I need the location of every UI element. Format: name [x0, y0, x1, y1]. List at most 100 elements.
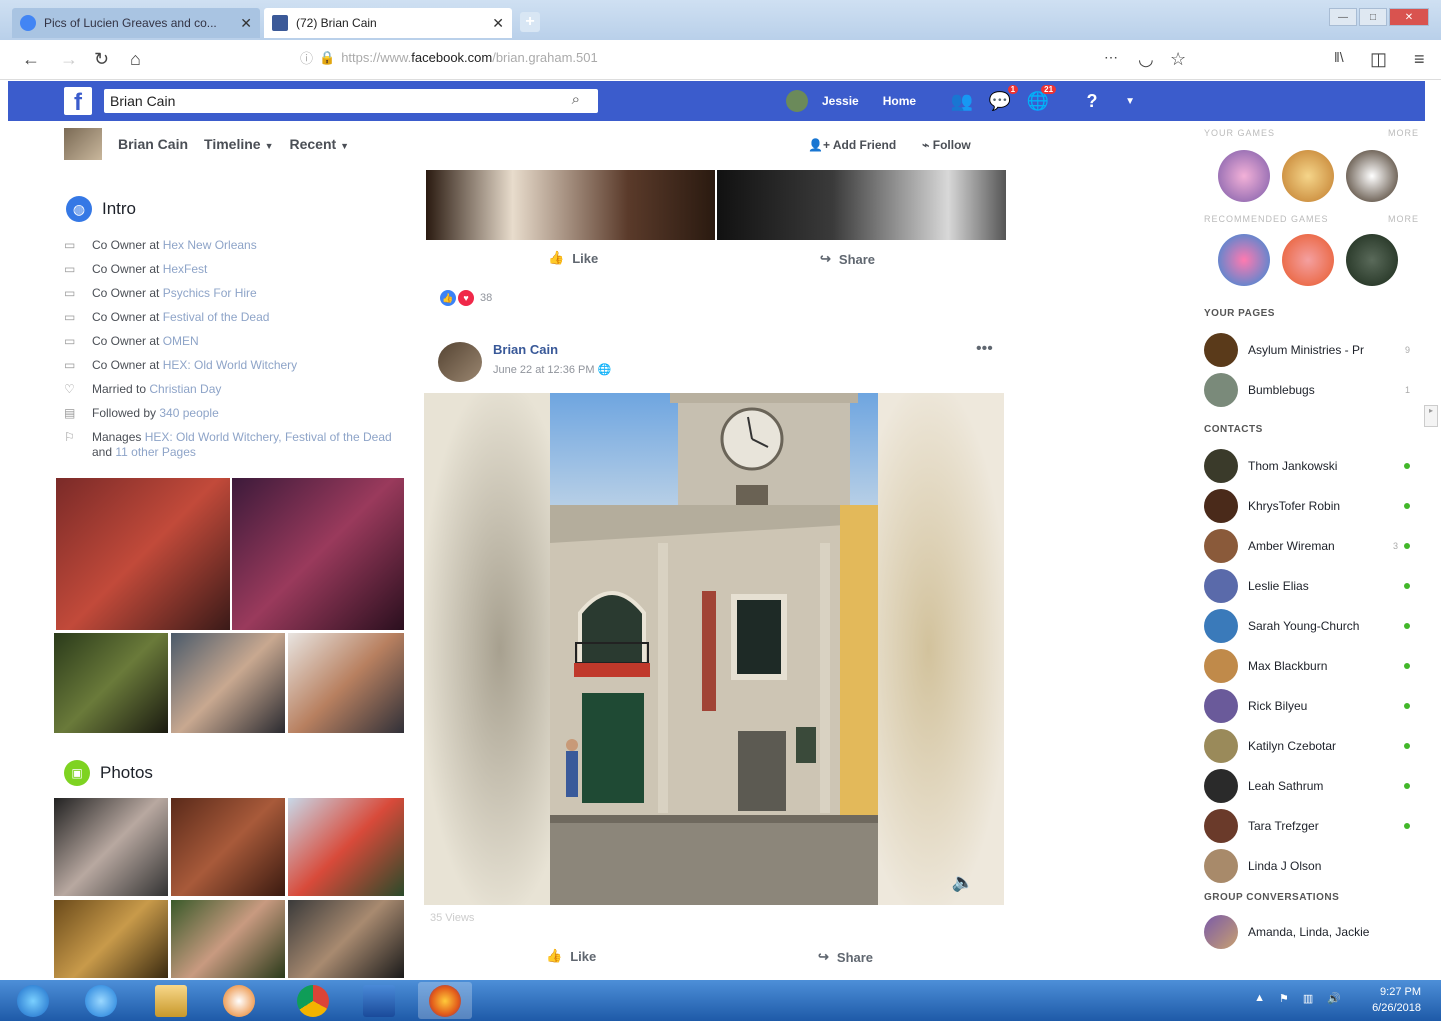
start-button[interactable]: [6, 982, 60, 1019]
featured-photo[interactable]: [288, 633, 404, 733]
post-timestamp[interactable]: June 22 at 12:36 PM 🌐: [493, 363, 611, 376]
new-tab-button[interactable]: +: [520, 12, 540, 32]
search-input[interactable]: Brian Cain ⌕: [104, 89, 598, 113]
share-button[interactable]: ↪ Share: [820, 251, 875, 267]
help-icon[interactable]: ?: [1080, 89, 1104, 113]
photo-thumb[interactable]: [171, 798, 285, 896]
avatar[interactable]: [438, 342, 482, 382]
avatar[interactable]: [786, 90, 808, 112]
home-link[interactable]: Home: [883, 94, 916, 108]
contact-item[interactable]: Katilyn Czebotar: [1204, 726, 1414, 766]
taskbar-ie[interactable]: [74, 982, 128, 1019]
game-icon[interactable]: [1282, 234, 1334, 286]
minimize-button[interactable]: —: [1329, 8, 1357, 26]
taskbar-media[interactable]: [212, 982, 266, 1019]
volume-icon[interactable]: 🔈: [952, 872, 974, 893]
video-frame[interactable]: [550, 393, 878, 905]
close-tab-icon[interactable]: ✕: [492, 15, 504, 32]
game-icon[interactable]: [1282, 150, 1334, 202]
photo-thumb[interactable]: [54, 900, 168, 978]
menu-icon[interactable]: ≡: [1414, 49, 1425, 70]
page-item[interactable]: Asylum Ministries - Pr 9: [1204, 330, 1414, 370]
game-icon[interactable]: [1346, 150, 1398, 202]
intro-link[interactable]: HexFest: [163, 262, 208, 276]
contact-item[interactable]: Linda J Olson: [1204, 846, 1414, 886]
follow-button[interactable]: ⌁ Follow: [922, 138, 971, 152]
facebook-logo-icon[interactable]: f: [64, 87, 92, 116]
like-button[interactable]: 👍 Like: [546, 948, 596, 964]
recent-menu[interactable]: Recent ▼: [289, 136, 349, 152]
tab-lucien[interactable]: Pics of Lucien Greaves and co... ✕: [12, 8, 260, 38]
taskbar-explorer[interactable]: [144, 982, 198, 1019]
taskbar-chrome[interactable]: [286, 982, 340, 1019]
taskbar-firefox[interactable]: [418, 982, 472, 1019]
photos-title[interactable]: Photos: [100, 763, 153, 783]
post-image[interactable]: [717, 170, 1006, 240]
messenger-icon[interactable]: 💬 1: [988, 85, 1019, 113]
intro-link[interactable]: Christian Day: [149, 382, 221, 396]
intro-link[interactable]: 11 other Pages: [115, 445, 196, 459]
featured-photo[interactable]: [54, 633, 168, 733]
account-menu-icon[interactable]: ▼: [1118, 89, 1142, 113]
flag-icon[interactable]: ⚑: [1279, 992, 1289, 1005]
network-icon[interactable]: ▥: [1303, 992, 1313, 1005]
notifications-icon[interactable]: 🌐 21: [1026, 85, 1057, 113]
tab-brian-cain[interactable]: (72) Brian Cain ✕: [264, 8, 512, 38]
intro-link[interactable]: Festival of the Dead: [163, 310, 270, 324]
game-icon[interactable]: [1218, 150, 1270, 202]
add-friend-button[interactable]: 👤+ Add Friend: [808, 138, 896, 152]
close-window-button[interactable]: ✕: [1389, 8, 1429, 26]
profile-name-link[interactable]: Brian Cain: [118, 136, 188, 152]
photo-thumb[interactable]: [171, 900, 285, 978]
featured-photo[interactable]: [56, 478, 230, 630]
post-author[interactable]: Brian Cain: [493, 342, 558, 357]
volume-icon[interactable]: 🔊: [1327, 992, 1341, 1005]
intro-link[interactable]: Hex New Orleans: [163, 238, 257, 252]
forward-icon[interactable]: →: [60, 49, 78, 70]
address-bar[interactable]: ⓘ 🔒 https://www.facebook.com/brian.graha…: [300, 48, 598, 67]
post-options-icon[interactable]: •••: [976, 340, 993, 358]
post-image-strip[interactable]: [426, 170, 1006, 240]
contact-item[interactable]: Leah Sathrum: [1204, 766, 1414, 806]
share-button[interactable]: ↪ Share: [818, 949, 873, 965]
post-image[interactable]: [426, 170, 715, 240]
photo-thumb[interactable]: [54, 798, 168, 896]
page-item[interactable]: Bumblebugs 1: [1204, 370, 1414, 410]
contact-item[interactable]: Thom Jankowski: [1204, 446, 1414, 486]
featured-photo[interactable]: [232, 478, 404, 630]
group-item[interactable]: Amanda, Linda, Jackie: [1204, 912, 1414, 952]
contact-item[interactable]: Leslie Elias: [1204, 566, 1414, 606]
show-hidden-icons-icon[interactable]: ▲: [1254, 992, 1265, 1005]
clock[interactable]: 9:27 PM 6/26/2018: [1372, 984, 1421, 1016]
maximize-button[interactable]: □: [1359, 8, 1387, 26]
pocket-icon[interactable]: ◡: [1138, 49, 1154, 70]
post-video[interactable]: 🔈: [424, 393, 1004, 905]
like-button[interactable]: 👍 Like: [548, 250, 598, 266]
photo-thumb[interactable]: [288, 798, 404, 896]
contact-item[interactable]: Amber Wireman 3: [1204, 526, 1414, 566]
game-icon[interactable]: [1218, 234, 1270, 286]
contact-item[interactable]: Max Blackburn: [1204, 646, 1414, 686]
contact-item[interactable]: Rick Bilyeu: [1204, 686, 1414, 726]
library-icon[interactable]: ‖\: [1334, 49, 1344, 65]
more-games-link[interactable]: MORE: [1388, 128, 1419, 138]
contact-item[interactable]: Sarah Young-Church: [1204, 606, 1414, 646]
back-icon[interactable]: ←: [22, 49, 40, 70]
search-icon[interactable]: ⌕: [572, 91, 580, 108]
intro-link[interactable]: Psychics For Hire: [163, 286, 257, 300]
contact-item[interactable]: KhrysTofer Robin: [1204, 486, 1414, 526]
more-icon[interactable]: ⋯: [1104, 49, 1118, 66]
intro-link[interactable]: HEX: Old World Witchery: [163, 358, 297, 372]
home-icon[interactable]: ⌂: [130, 49, 141, 70]
intro-link[interactable]: HEX: Old World Witchery, Festival of the…: [145, 430, 392, 444]
timeline-menu[interactable]: Timeline ▼: [204, 136, 273, 152]
featured-photo[interactable]: [171, 633, 285, 733]
profile-picture[interactable]: [64, 128, 102, 160]
game-icon[interactable]: [1346, 234, 1398, 286]
photo-thumb[interactable]: [288, 900, 404, 978]
taskbar-word[interactable]: [352, 982, 406, 1019]
sidebar-toggle-icon[interactable]: ▸: [1424, 405, 1438, 427]
more-recommended-link[interactable]: MORE: [1388, 214, 1419, 224]
reload-icon[interactable]: ↻: [94, 49, 109, 70]
intro-link[interactable]: 340 people: [159, 406, 218, 420]
